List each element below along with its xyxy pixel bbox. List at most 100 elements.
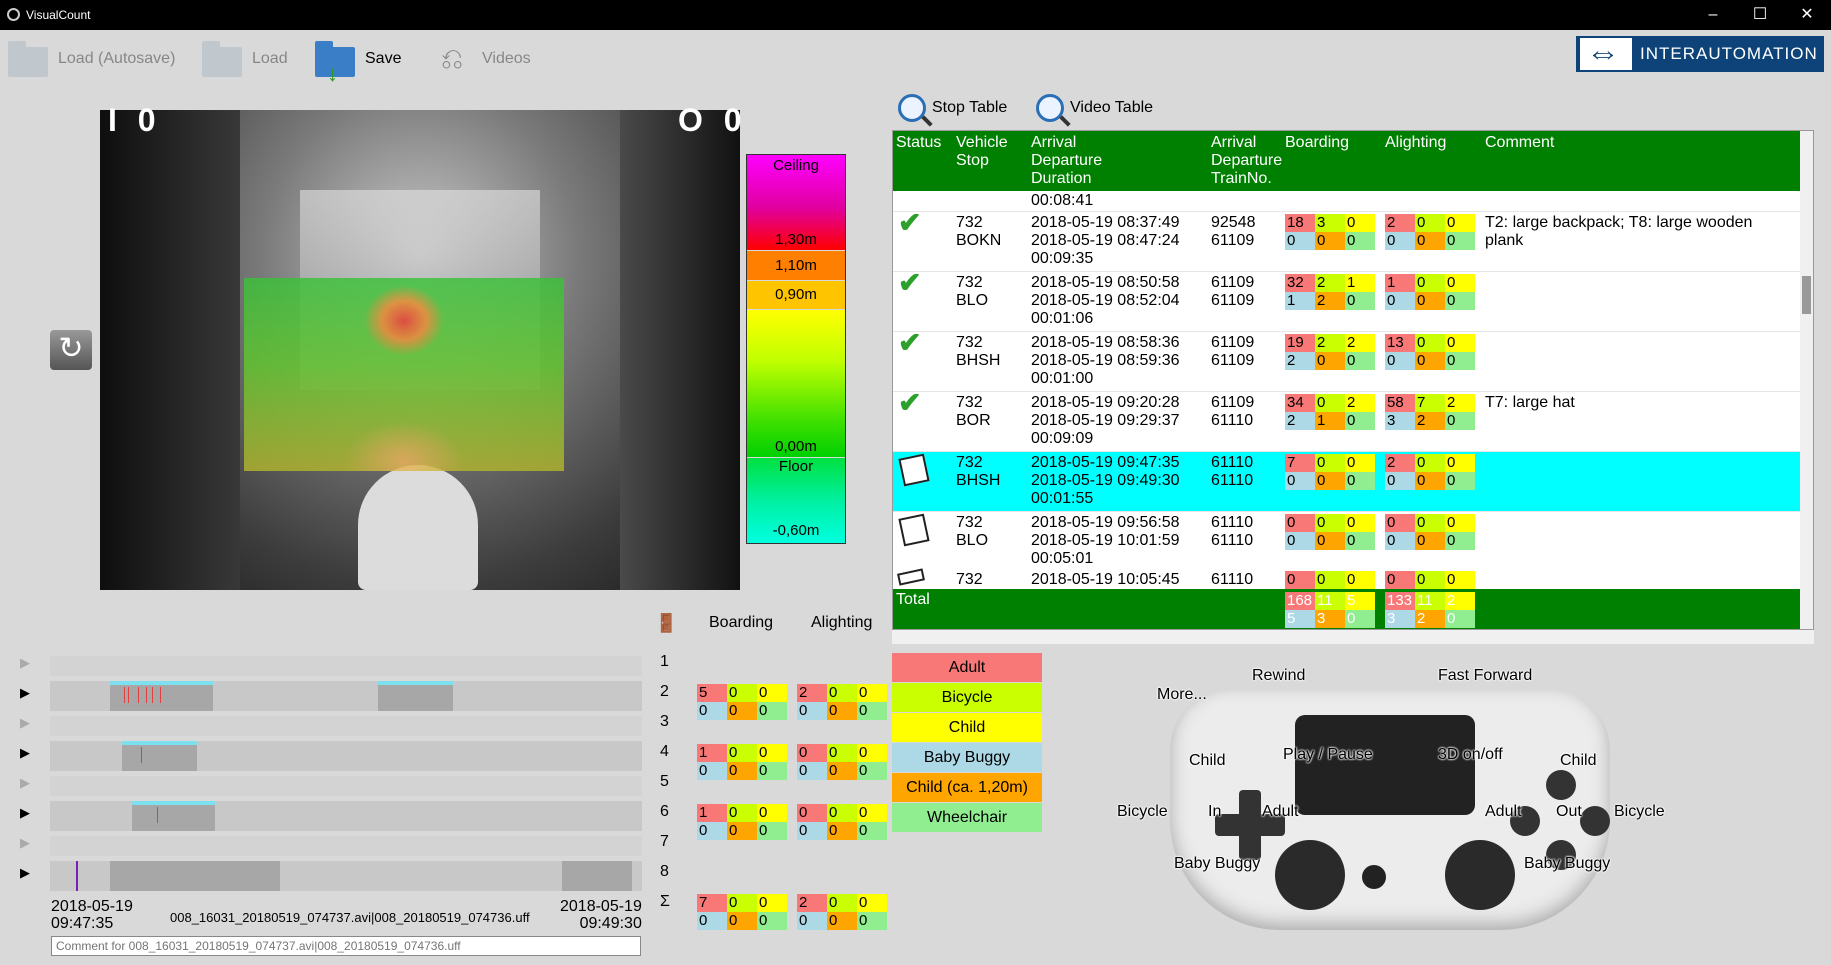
count-child: 0 — [1445, 514, 1475, 532]
check-icon: ✔ — [898, 387, 922, 418]
count-child: 0 — [857, 744, 887, 762]
pad-out: Out — [1556, 803, 1582, 820]
door-track[interactable] — [50, 861, 642, 891]
count-baby-buggy: 5 — [1285, 610, 1315, 628]
departure: 2018-05-19 08:59:36 — [1031, 352, 1180, 369]
count-child-120: 0 — [727, 762, 757, 780]
legend-wheelchair[interactable]: Wheelchair — [892, 803, 1042, 832]
header-comment: Comment — [1485, 134, 1555, 151]
stop-table-label: Stop Table — [932, 99, 1008, 116]
play-icon[interactable]: ▶ — [20, 655, 30, 671]
count-child-120: 0 — [1415, 352, 1445, 370]
count-adult: 2 — [1385, 454, 1415, 472]
door-track[interactable] — [50, 801, 642, 831]
door-number: 7 — [660, 833, 669, 850]
count-wheelchair: 0 — [857, 702, 887, 720]
stop-table-tab[interactable]: Stop Table — [898, 94, 1007, 122]
play-icon[interactable]: ▶ — [20, 775, 30, 791]
count-child: 0 — [857, 684, 887, 702]
alighting-counts: 000000 — [1385, 514, 1475, 550]
table-row[interactable]: ✔ 732 BOKN 2018-05-19 08:37:49 2018-05-19 08… — [893, 207, 1813, 271]
play-icon[interactable]: ▶ — [20, 685, 30, 701]
count-child-120: 0 — [727, 702, 757, 720]
play-icon[interactable]: ▶ — [20, 805, 30, 821]
table-vertical-scrollbar[interactable] — [1800, 131, 1813, 629]
door-number: 3 — [660, 713, 669, 730]
count-adult: 1 — [697, 804, 727, 822]
header-vehicle: Vehicle — [956, 134, 1008, 151]
comment-input[interactable] — [51, 936, 641, 956]
table-row[interactable]: ✔ 732 BLO 2018-05-19 08:50:58 2018-05-19 08:… — [893, 269, 1813, 331]
play-icon[interactable]: ▶ — [20, 865, 30, 881]
arrival: 2018-05-19 08:58:36 — [1031, 334, 1180, 351]
sigma-label: Σ — [660, 893, 670, 910]
total-label: Total — [896, 591, 930, 608]
door-track[interactable] — [50, 716, 642, 736]
scroll-thumb[interactable] — [1802, 276, 1811, 314]
count-wheelchair: 0 — [1345, 412, 1375, 430]
door-track[interactable] — [50, 776, 642, 796]
file-name: 008_16031_20180519_074737.avi|008_201805… — [170, 910, 530, 925]
pad-bicycle-right: Bicycle — [1614, 803, 1665, 820]
count-wheelchair: 0 — [1345, 532, 1375, 550]
count-child-120: 0 — [827, 762, 857, 780]
count-bicycle: 0 — [1315, 454, 1345, 472]
door-track[interactable] — [50, 836, 642, 856]
count-wheelchair: 0 — [1445, 610, 1475, 628]
event-marker — [152, 687, 153, 703]
door-track[interactable] — [50, 741, 642, 771]
legend-child[interactable]: Child — [892, 713, 1042, 742]
vehicle: 732 — [956, 274, 983, 291]
legend-baby-buggy[interactable]: Baby Buggy — [892, 743, 1042, 772]
table-row[interactable]: ✔ 732 BHSH 2018-05-19 08:58:36 2018-05-19 08… — [893, 329, 1813, 391]
count-child: 0 — [757, 744, 787, 762]
left-stick — [1275, 840, 1345, 910]
departure: 2018-05-19 09:49:30 — [1031, 472, 1180, 489]
check-icon: ✔ — [898, 207, 922, 238]
pad-play-pause: Play / Pause — [1283, 746, 1373, 763]
arrival: 2018-05-19 08:37:49 — [1031, 214, 1180, 231]
play-icon[interactable]: ▶ — [20, 835, 30, 851]
count-bicycle: 2 — [1315, 334, 1345, 352]
arrival: 2018-05-19 10:05:45 — [1031, 571, 1180, 588]
count-baby-buggy: 3 — [1385, 610, 1415, 628]
train-arrival: 61110 — [1211, 454, 1254, 471]
table-row[interactable]: 732 BHSH 2018-05-19 09:47:35 2018-05-19 09:… — [893, 451, 1813, 511]
table-row[interactable]: ✔ 732 BOR 2018-05-19 09:20:28 2018-05-19 09:… — [893, 387, 1813, 451]
table-row-partial[interactable]: 732 2018-05-19 10:05:45 61110 0 0 0 0 0 … — [893, 568, 1813, 589]
door-track[interactable] — [50, 681, 642, 711]
door-number: 6 — [660, 803, 669, 820]
play-icon[interactable]: ▶ — [20, 745, 30, 761]
minimize-button[interactable]: – — [1690, 0, 1736, 30]
close-button[interactable]: ✕ — [1784, 0, 1830, 30]
count-baby-buggy: 0 — [797, 822, 827, 840]
count-adult: 58 — [1385, 394, 1415, 412]
video-table-tab[interactable]: Video Table — [1036, 94, 1153, 122]
count-bicycle: 0 — [1415, 454, 1445, 472]
header-duration: Duration — [1031, 170, 1092, 187]
table-horizontal-scrollbar[interactable] — [892, 630, 1814, 644]
event-marker — [141, 747, 142, 763]
play-icon[interactable]: ▶ — [20, 715, 30, 731]
count-baby-buggy: 0 — [1285, 532, 1315, 550]
count-bicycle: 0 — [1415, 334, 1445, 352]
count-child-120: 0 — [1415, 232, 1445, 250]
header-arrival2: Arrival — [1211, 134, 1257, 151]
boarding-counts: 19 2 2 2 0 0 — [1285, 334, 1375, 370]
event-marker — [146, 687, 147, 703]
count-wheelchair: 0 — [1445, 532, 1475, 550]
table-row[interactable]: 732 BLO 2018-05-19 09:56:58 2018-05-19 10:0… — [893, 511, 1813, 571]
count-child-120: 0 — [827, 912, 857, 930]
count-bicycle: 0 — [727, 744, 757, 762]
legend-adult[interactable]: Adult — [892, 653, 1042, 682]
legend-bicycle[interactable]: Bicycle — [892, 683, 1042, 712]
count-child: 0 — [1445, 454, 1475, 472]
count-wheelchair: 0 — [1445, 292, 1475, 310]
vehicle: 732 — [956, 334, 983, 351]
legend-child-120[interactable]: Child (ca. 1,20m) — [892, 773, 1042, 802]
door-alighting-counts: 000000 — [797, 804, 887, 840]
maximize-button[interactable]: ☐ — [1737, 0, 1783, 30]
count-adult: 7 — [697, 894, 727, 912]
door-track[interactable] — [50, 656, 642, 676]
playhead[interactable] — [76, 861, 78, 891]
